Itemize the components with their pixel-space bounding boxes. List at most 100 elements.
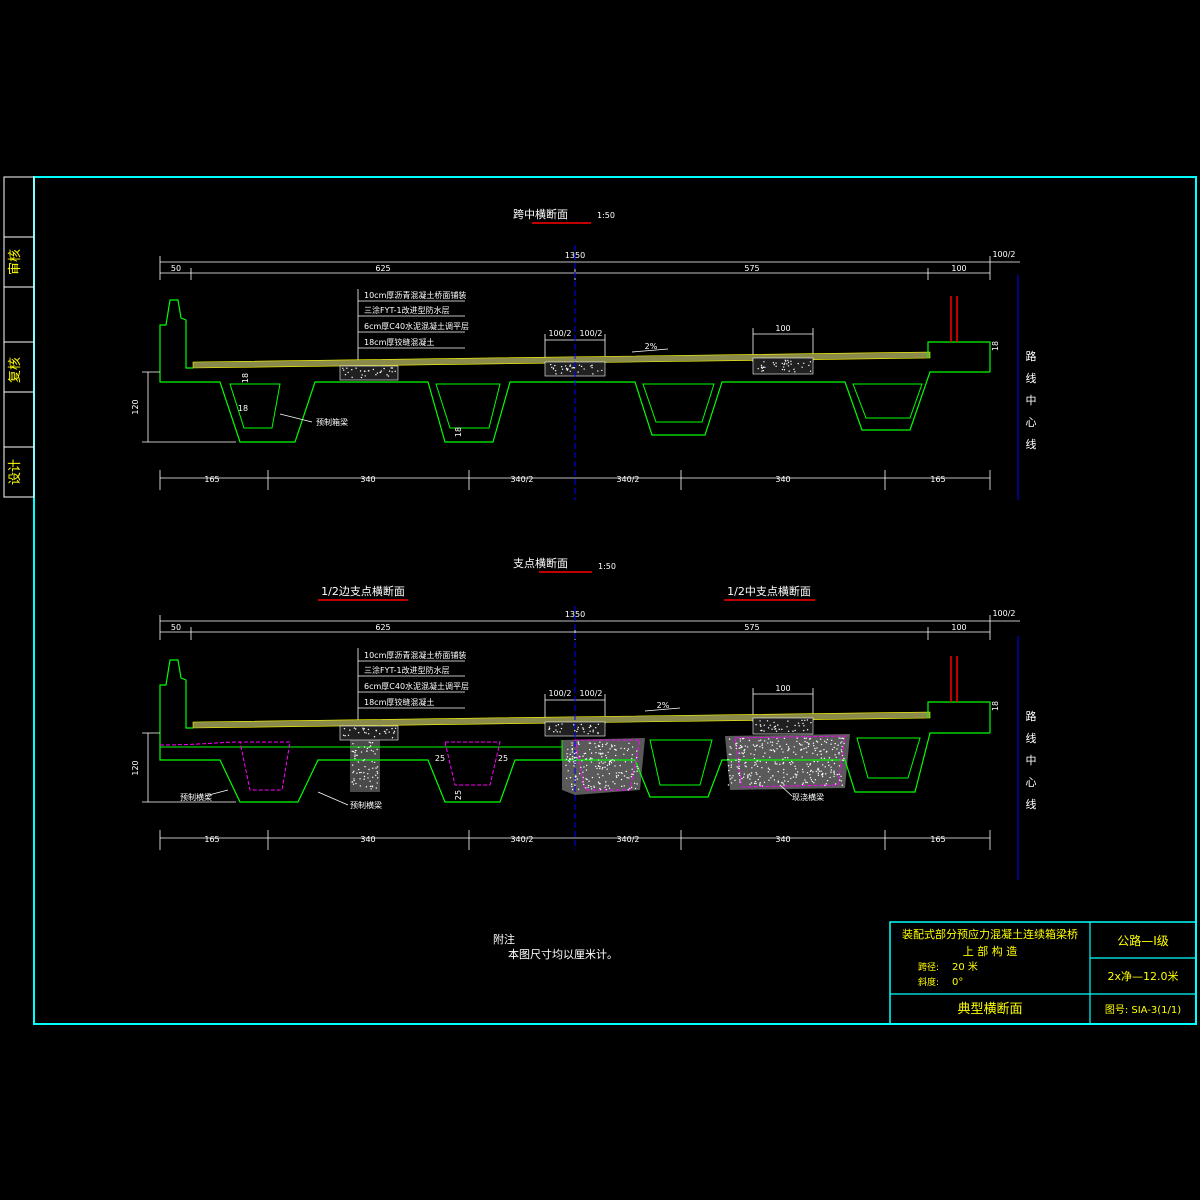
concrete-speckle xyxy=(353,779,355,782)
concrete-speckle xyxy=(803,725,805,727)
concrete-speckle xyxy=(745,766,747,768)
s2-cl-1: 线 xyxy=(1026,731,1037,745)
concrete-speckle xyxy=(838,751,840,754)
concrete-speckle xyxy=(372,750,374,753)
concrete-speckle xyxy=(836,748,838,750)
concrete-speckle xyxy=(597,781,600,783)
concrete-speckle xyxy=(750,772,753,774)
concrete-speckle xyxy=(588,742,591,744)
concrete-speckle xyxy=(748,739,751,742)
concrete-speckle xyxy=(363,370,366,372)
concrete-speckle xyxy=(571,755,574,758)
concrete-speckle xyxy=(779,745,781,748)
concrete-speckle xyxy=(735,747,738,750)
concrete-speckle xyxy=(826,738,829,741)
concrete-speckle xyxy=(796,771,799,773)
concrete-speckle xyxy=(728,769,730,772)
tb-span-value: 20 米 xyxy=(952,960,978,973)
concrete-speckle xyxy=(362,729,365,731)
concrete-speckle xyxy=(612,781,614,783)
concrete-speckle xyxy=(620,747,622,750)
concrete-speckle xyxy=(729,775,731,777)
s2-bdim-2: 340/2 xyxy=(510,835,533,844)
concrete-speckle xyxy=(811,780,814,783)
concrete-speckle xyxy=(786,363,788,365)
concrete-speckle xyxy=(813,782,815,784)
concrete-speckle xyxy=(828,764,830,767)
concrete-speckle xyxy=(807,765,810,768)
s1-layer-0: 10cm厚沥青混凝土桥面铺装 xyxy=(364,290,466,300)
concrete-speckle xyxy=(736,766,738,768)
concrete-speckle xyxy=(761,767,763,769)
s1-cl-3: 心 xyxy=(1026,416,1037,429)
s2-layer-0: 10cm厚沥青混凝土桥面铺装 xyxy=(364,650,466,660)
concrete-speckle xyxy=(632,773,634,776)
concrete-speckle xyxy=(571,367,573,369)
concrete-speckle xyxy=(783,363,785,366)
concrete-speckle xyxy=(825,783,828,785)
concrete-speckle xyxy=(394,727,397,730)
concrete-speckle xyxy=(588,726,591,729)
concrete-speckle xyxy=(393,732,395,734)
concrete-speckle xyxy=(623,775,626,777)
concrete-speckle xyxy=(624,761,627,763)
concrete-speckle xyxy=(587,784,590,787)
concrete-speckle xyxy=(601,745,604,748)
concrete-speckle xyxy=(823,740,826,742)
concrete-speckle xyxy=(561,723,563,725)
concrete-speckle xyxy=(753,757,756,760)
concrete-speckle xyxy=(560,366,563,368)
concrete-speckle xyxy=(783,362,786,364)
concrete-speckle xyxy=(589,730,591,732)
concrete-speckle xyxy=(737,772,740,775)
concrete-speckle xyxy=(766,720,769,722)
concrete-speckle xyxy=(599,767,601,770)
concrete-speckle xyxy=(376,777,379,779)
concrete-speckle xyxy=(631,753,634,756)
concrete-speckle xyxy=(605,788,608,791)
concrete-speckle xyxy=(764,752,766,754)
concrete-speckle xyxy=(797,362,799,365)
s1-joint-0: 100/2 xyxy=(548,329,571,338)
s1-dim-d2: 625 xyxy=(375,264,390,273)
s2-cl-0: 路 xyxy=(1026,710,1037,723)
concrete-speckle xyxy=(802,771,804,773)
concrete-speckle xyxy=(376,372,379,374)
s1-dim-d1: 50 xyxy=(171,264,181,273)
concrete-speckle xyxy=(734,779,736,782)
concrete-speckle xyxy=(735,745,737,747)
concrete-speckle xyxy=(636,765,638,768)
concrete-speckle xyxy=(625,770,627,773)
side-stamp: 审核 复核 设计 xyxy=(3,176,35,498)
concrete-speckle xyxy=(375,774,377,777)
concrete-speckle xyxy=(841,754,844,757)
concrete-speckle xyxy=(566,753,568,755)
concrete-speckle xyxy=(606,768,608,770)
concrete-speckle xyxy=(597,759,600,761)
concrete-speckle xyxy=(371,776,374,779)
concrete-speckle xyxy=(794,724,796,727)
concrete-speckle xyxy=(384,730,386,733)
concrete-speckle xyxy=(840,749,842,751)
concrete-speckle xyxy=(608,762,611,764)
concrete-speckle xyxy=(742,752,744,755)
concrete-speckle xyxy=(368,733,370,735)
concrete-speckle xyxy=(730,761,733,763)
concrete-speckle xyxy=(731,777,733,779)
concrete-speckle xyxy=(360,376,363,379)
concrete-speckle xyxy=(363,731,366,734)
concrete-speckle xyxy=(354,755,356,758)
s2-cl-3: 心 xyxy=(1026,776,1037,789)
s2-cl-2: 中 xyxy=(1026,754,1037,767)
concrete-speckle xyxy=(833,770,835,772)
concrete-speckle xyxy=(574,730,576,732)
concrete-speckle xyxy=(627,748,630,750)
concrete-speckle xyxy=(756,765,759,768)
concrete-speckle xyxy=(754,749,757,751)
concrete-speckle xyxy=(792,776,795,778)
concrete-speckle xyxy=(831,759,833,762)
concrete-speckle xyxy=(555,725,557,727)
concrete-speckle xyxy=(754,745,756,748)
concrete-speckle xyxy=(356,754,358,757)
concrete-speckle xyxy=(576,778,579,780)
